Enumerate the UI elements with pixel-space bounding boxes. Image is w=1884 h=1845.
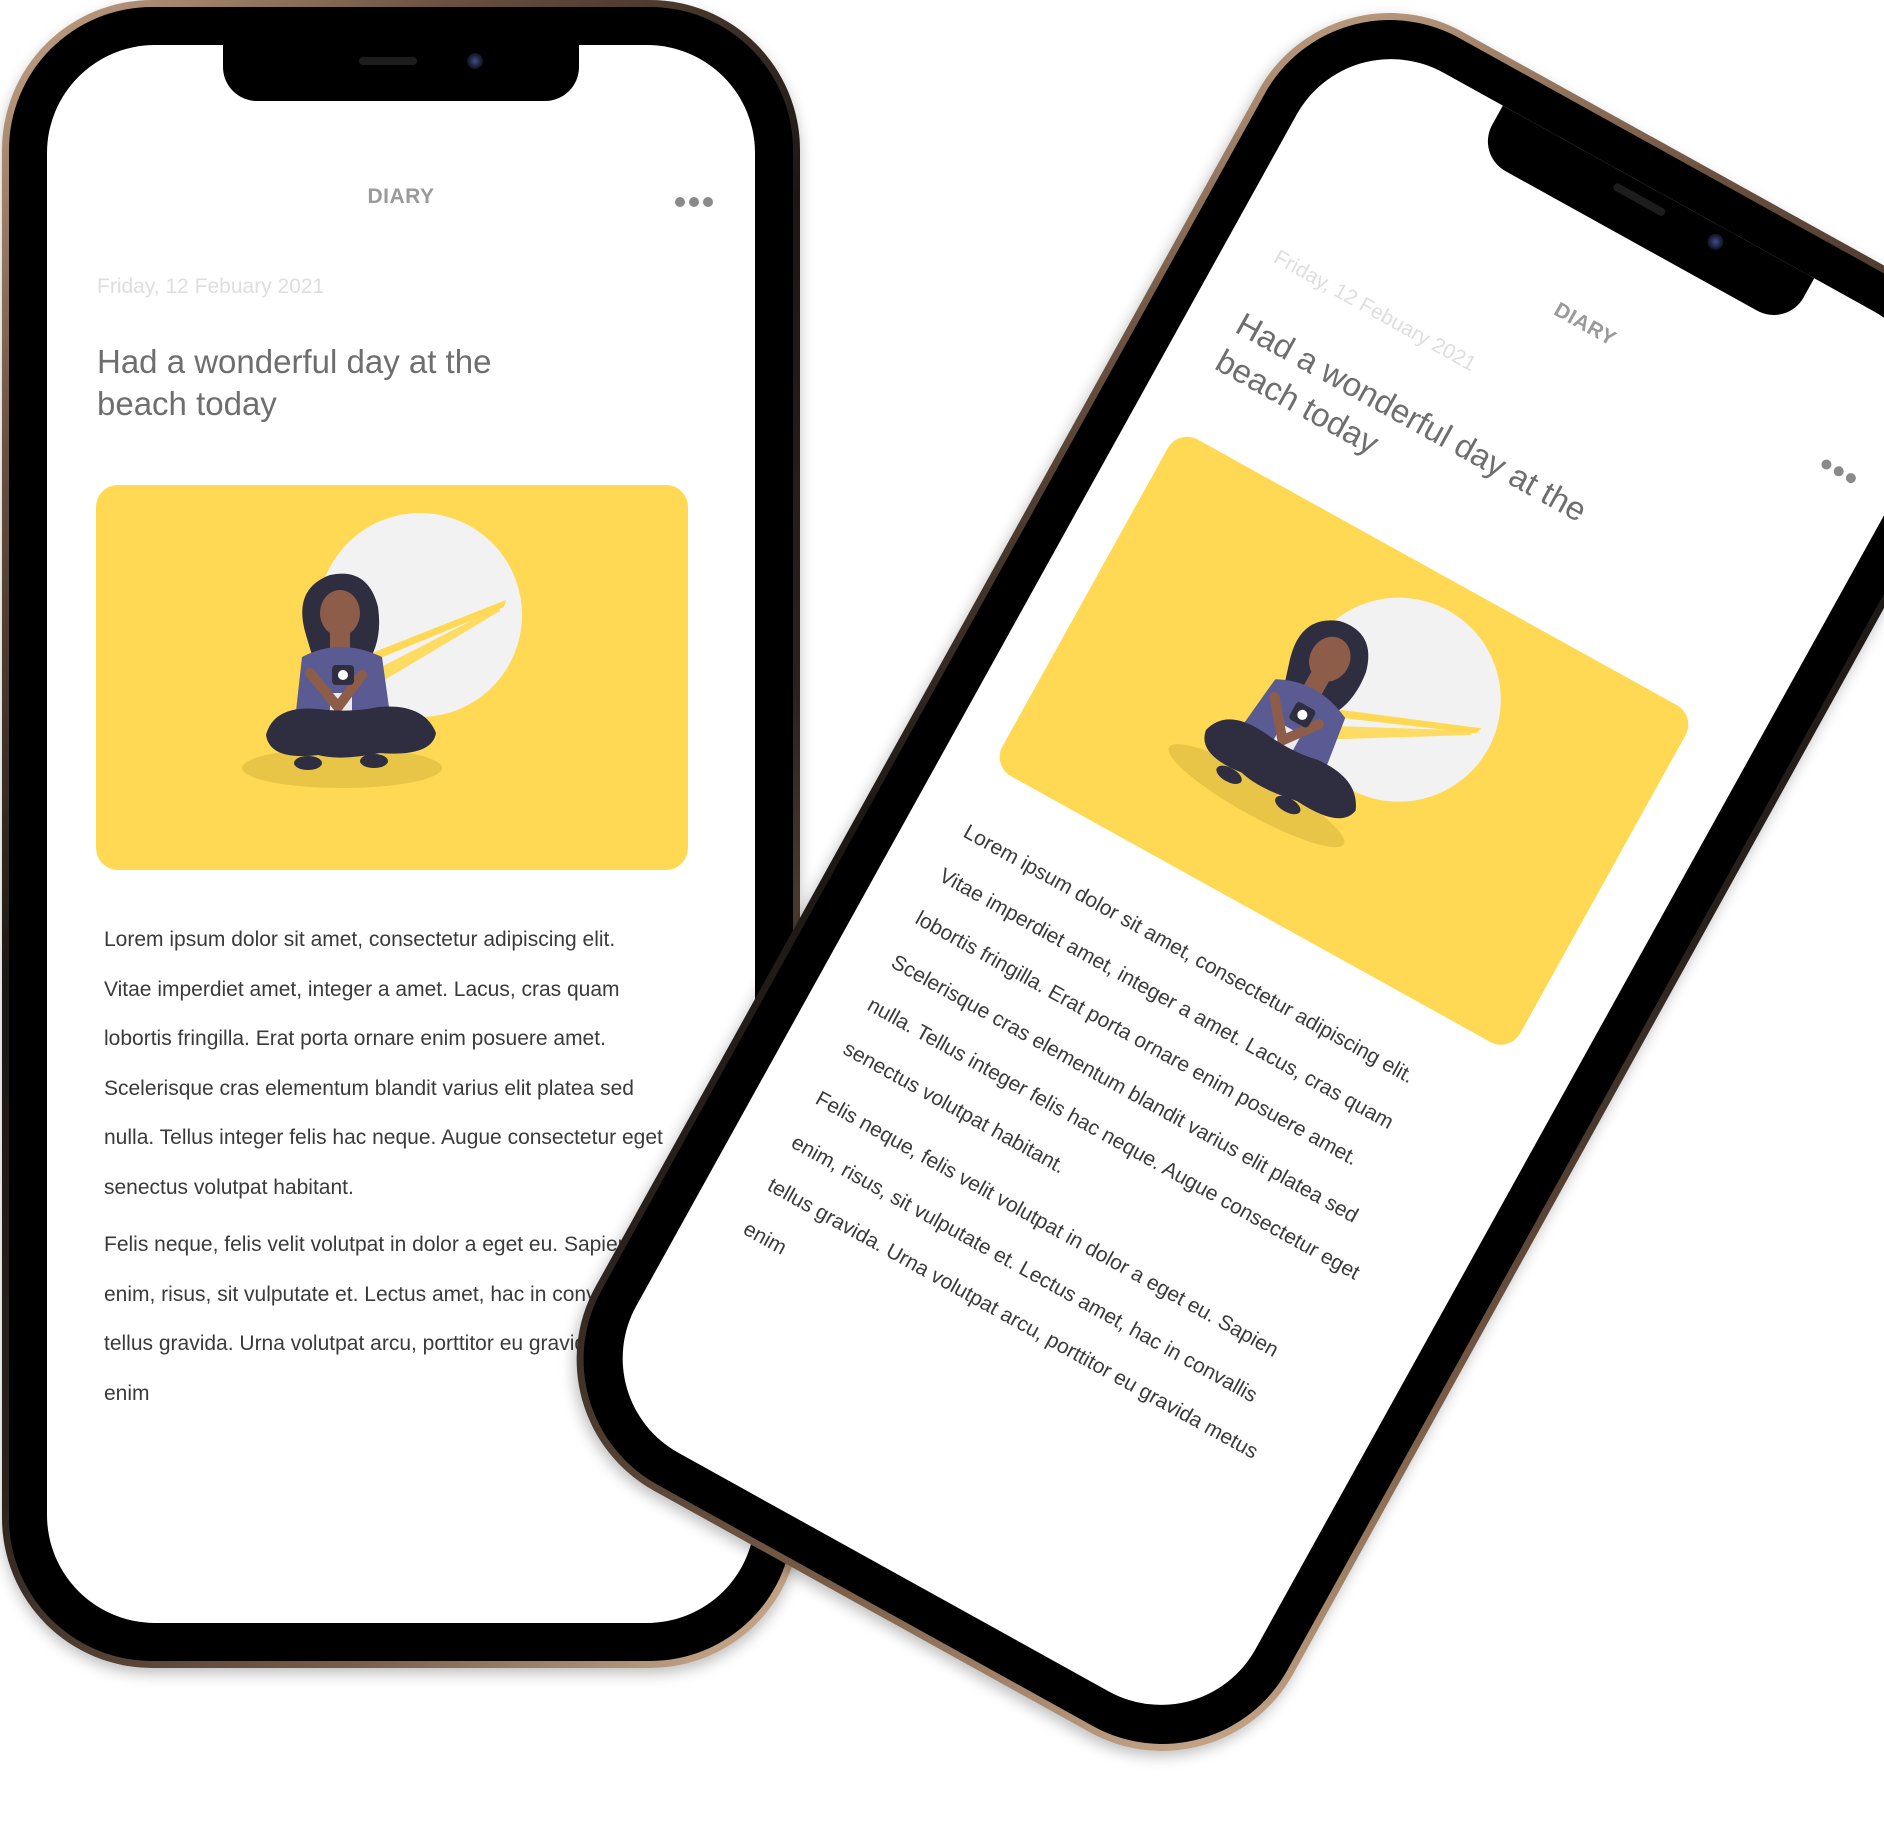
front-camera-icon — [1704, 230, 1727, 253]
phone-notch — [223, 45, 579, 101]
mockup-stage: DIARY Friday, 12 Febuary 2021 Had a wond… — [0, 0, 1884, 1845]
woman-with-camera-illustration — [242, 513, 522, 788]
speaker-grille — [1612, 182, 1667, 218]
more-options-button[interactable] — [675, 195, 715, 209]
speaker-grille — [359, 57, 417, 65]
front-camera-icon — [467, 53, 483, 69]
entry-date: Friday, 12 Febuary 2021 — [97, 275, 325, 298]
entry-illustration-card — [96, 485, 688, 870]
entry-title: Had a wonderful day at the beach today — [97, 343, 492, 422]
app-title: DIARY — [367, 185, 435, 208]
entry-paragraph: Lorem ipsum dolor sit amet, consectetur … — [104, 928, 663, 1199]
